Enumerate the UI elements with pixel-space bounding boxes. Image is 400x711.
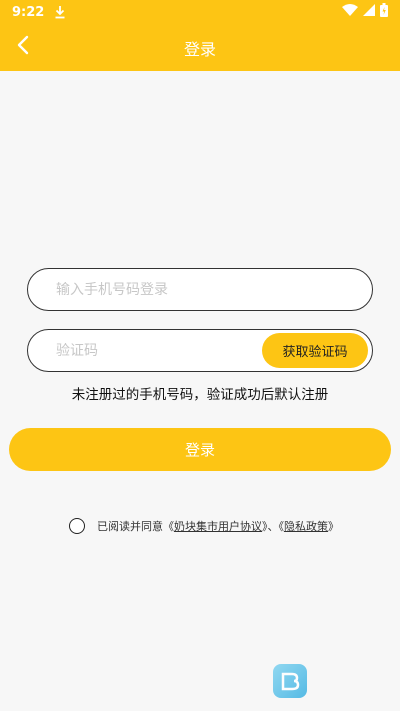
agreement-suffix: 》	[328, 520, 339, 533]
app-header: 9:22 登录	[0, 0, 400, 71]
agreement-row: 已阅读并同意《 奶块集市用户协议 》、《 隐私政策 》	[69, 518, 339, 534]
watermark	[273, 664, 307, 698]
login-button[interactable]: 登录	[9, 428, 391, 471]
back-button[interactable]	[8, 32, 38, 62]
agreement-separator: 》、《	[262, 520, 284, 533]
phone-input[interactable]	[56, 281, 344, 298]
verification-code-input[interactable]	[56, 342, 262, 359]
signal-icon	[363, 4, 375, 20]
user-agreement-link[interactable]: 奶块集市用户协议	[174, 518, 262, 534]
page-title: 登录	[183, 39, 216, 59]
get-code-button[interactable]: 获取验证码	[262, 333, 368, 368]
register-hint: 未注册过的手机号码，验证成功后默认注册	[71, 387, 329, 403]
agreement-prefix: 已阅读并同意《	[97, 520, 174, 533]
chevron-left-icon	[16, 35, 30, 59]
wifi-icon	[342, 4, 358, 20]
watermark-logo	[273, 664, 307, 698]
status-time: 9:22	[12, 4, 45, 20]
phone-field[interactable]	[27, 268, 373, 311]
code-field[interactable]: 获取验证码	[27, 329, 373, 372]
privacy-policy-link[interactable]: 隐私政策	[284, 518, 328, 534]
status-bar: 9:22	[0, 0, 400, 24]
battery-icon	[380, 3, 388, 21]
download-icon	[54, 5, 66, 19]
status-icons	[342, 3, 388, 21]
nav-bar: 登录	[0, 24, 400, 71]
agree-checkbox[interactable]	[69, 518, 85, 534]
